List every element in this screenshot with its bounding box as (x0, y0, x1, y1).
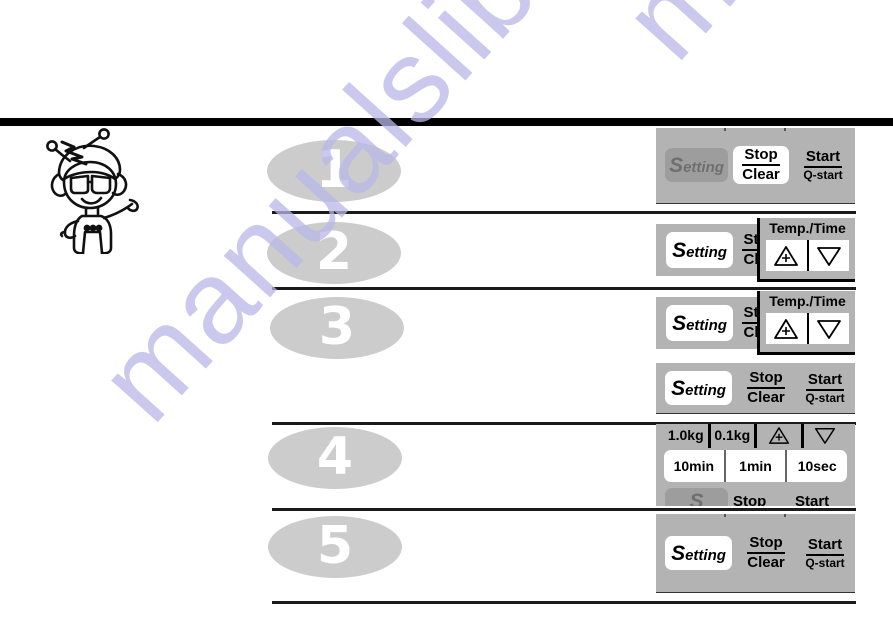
temp-up-button[interactable] (754, 424, 801, 448)
temp-down-button[interactable] (800, 424, 848, 448)
start-qstart-label: Start Q-start (805, 537, 844, 569)
temp-time-module-3: Temp./Time (757, 291, 855, 355)
qstart-label: Q-start (803, 167, 843, 182)
start-qstart-button[interactable]: Start Q-start (795, 146, 851, 184)
start-qstart-button[interactable]: Start Q-start (797, 368, 853, 408)
row-divider-1 (272, 211, 856, 214)
time-10sec-button[interactable]: 10sec (785, 450, 847, 482)
start-qstart-label: Start Q-start (805, 372, 844, 404)
step-number: 5 (316, 515, 354, 576)
start-label-partial: Start (795, 492, 830, 507)
clear-label: Clear (742, 166, 780, 183)
setting-button-partial[interactable]: S (665, 488, 728, 506)
stop-label: Stop (747, 535, 785, 554)
temp-down-button[interactable] (806, 313, 850, 344)
control-panel-image-1: Setting Stop Clear Start Q-start (656, 128, 855, 203)
step-badge-5: 5 (268, 516, 402, 578)
temp-down-button[interactable] (806, 240, 850, 271)
temp-up-button[interactable] (766, 240, 807, 271)
setting-button-label: Setting (672, 311, 727, 335)
setting-button-label: Setting (671, 541, 726, 565)
temp-time-module-2: Temp./Time (757, 218, 855, 282)
step-badge-2: 2 (267, 222, 401, 284)
setting-button-label: Setting (669, 153, 724, 177)
control-panel-image-3-bottom: Setting Stop Clear Start Q-start (656, 363, 855, 413)
panel-top-strip (666, 128, 848, 140)
setting-button[interactable]: Setting (665, 536, 732, 570)
robot-mascot-icon (38, 128, 150, 256)
triangle-up-plus-icon (774, 245, 799, 266)
triangle-up-plus-icon (768, 426, 789, 444)
setting-button[interactable]: Setting (665, 148, 728, 182)
setting-button[interactable]: Setting (666, 305, 733, 341)
triangle-up-plus-icon (774, 318, 799, 339)
qstart-label: Q-start (805, 555, 845, 570)
strip-tick (784, 128, 786, 131)
setting-button-label-partial: S (689, 489, 704, 507)
temp-time-keys (766, 240, 849, 271)
step-badge-4: 4 (268, 427, 402, 489)
row-divider-5 (272, 601, 856, 604)
triangle-down-icon (816, 319, 841, 339)
stop-button-partial[interactable]: Stop (733, 488, 789, 507)
start-label: Start (805, 372, 845, 391)
weight-arrow-row: 1.0kg 0.1kg (664, 424, 847, 448)
stop-clear-label: Stop Clear (747, 535, 785, 571)
start-qstart-label: Start Q-start (803, 149, 842, 181)
panel-top-strip (666, 514, 848, 526)
stop-clear-label: Stop Clear (747, 370, 785, 406)
top-divider-rule (0, 118, 893, 126)
row-divider-2 (272, 287, 856, 290)
temp-time-caption: Temp./Time (769, 220, 846, 236)
stop-label: Stop (742, 147, 780, 166)
step-number: 2 (315, 221, 353, 282)
control-panel-image-4: 1.0kg 0.1kg 10min 1min 10sec S Stop Star… (656, 424, 855, 506)
weight-01kg-button[interactable]: 0.1kg (707, 424, 755, 448)
step-number: 3 (318, 296, 356, 357)
temp-up-button[interactable] (766, 313, 807, 344)
strip-tick (724, 514, 726, 517)
step-badge-1: 1 (267, 140, 401, 202)
watermark-text: manualslib.com (596, 0, 893, 85)
row-divider-4 (272, 508, 856, 511)
setting-button-label: Setting (672, 238, 727, 262)
watermark-text: manualslib.com (73, 0, 739, 446)
clear-label: Clear (747, 389, 785, 406)
temp-time-caption: Temp./Time (769, 293, 846, 309)
start-label: Start (803, 149, 843, 168)
control-panel-image-2-left: Setting St Cl (656, 224, 762, 276)
control-panel-image-3-left: Setting St Cl (656, 297, 762, 349)
stop-clear-button[interactable]: Stop Clear (733, 146, 789, 184)
step-number: 4 (316, 426, 354, 487)
time-10min-button[interactable]: 10min (664, 450, 724, 482)
start-label: Start (805, 537, 845, 556)
stop-label-partial: Stop (733, 492, 767, 507)
step-number: 1 (315, 139, 353, 200)
weight-1kg-button[interactable]: 1.0kg (664, 424, 708, 448)
stop-clear-label: Stop Clear (742, 147, 780, 183)
setting-button[interactable]: Setting (665, 371, 732, 405)
qstart-label: Q-start (805, 390, 845, 405)
setting-button-label: Setting (671, 376, 726, 400)
control-panel-image-5: Setting Stop Clear Start Q-start (656, 514, 855, 592)
setting-button[interactable]: Setting (666, 232, 733, 268)
triangle-down-icon (815, 427, 836, 444)
stop-clear-button[interactable]: Stop Clear (738, 533, 794, 573)
strip-tick (784, 514, 786, 517)
stop-label: Stop (747, 370, 785, 389)
time-preset-row: 10min 1min 10sec (664, 450, 847, 482)
step-badge-3: 3 (270, 297, 404, 359)
strip-tick (724, 128, 726, 131)
stop-clear-button[interactable]: Stop Clear (738, 368, 794, 408)
triangle-down-icon (816, 246, 841, 266)
temp-time-keys (766, 313, 849, 344)
start-qstart-button[interactable]: Start Q-start (797, 533, 853, 573)
start-button-partial[interactable]: Start (795, 488, 851, 507)
clear-label: Clear (747, 554, 785, 571)
time-1min-button[interactable]: 1min (723, 450, 786, 482)
